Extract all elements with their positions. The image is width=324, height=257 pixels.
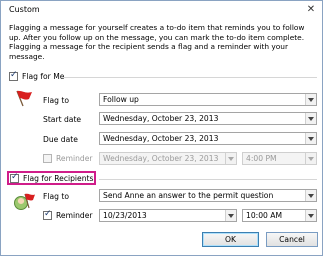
- reminder-time-select[interactable]: 4:00 PM: [242, 152, 317, 165]
- separator: [63, 77, 317, 78]
- start-date-value: Wednesday, October 23, 2013: [103, 114, 219, 123]
- description-text: Flagging a message for yourself creates …: [9, 23, 305, 61]
- reminder-label: Reminder: [56, 154, 93, 163]
- start-date-label: Start date: [43, 115, 82, 124]
- red-flag-icon: [16, 90, 32, 107]
- recipient-reminder-time-value: 10:00 AM: [246, 211, 283, 220]
- close-icon[interactable]: ✕: [303, 3, 319, 17]
- flag-for-me-checkbox[interactable]: [9, 70, 18, 81]
- reminder-time-value: 4:00 PM: [246, 154, 277, 163]
- chevron-down-icon[interactable]: [305, 153, 316, 164]
- recipient-reminder-date-select[interactable]: 10/23/2013: [99, 209, 237, 222]
- recipient-flag-to-label: Flag to: [43, 192, 69, 201]
- separator: [99, 179, 317, 180]
- recipient-reminder-date-value: 10/23/2013: [103, 211, 147, 220]
- flag-for-me-checkbox-row[interactable]: Flag for Me: [9, 70, 65, 81]
- flag-to-label: Flag to: [43, 96, 69, 105]
- chevron-down-icon[interactable]: [305, 133, 316, 144]
- window-title: Custom: [9, 5, 40, 14]
- start-date-select[interactable]: Wednesday, October 23, 2013: [99, 112, 317, 125]
- recipient-flag-to-select[interactable]: Send Anne an answer to the permit questi…: [99, 189, 317, 202]
- chevron-down-icon[interactable]: [305, 113, 316, 124]
- reminder-checkbox[interactable]: [43, 154, 52, 163]
- recipient-flag-to-value: Send Anne an answer to the permit questi…: [103, 191, 274, 200]
- flag-for-recipients-checkbox[interactable]: [10, 172, 19, 183]
- chevron-down-icon[interactable]: [225, 210, 236, 221]
- due-date-select[interactable]: Wednesday, October 23, 2013: [99, 132, 317, 145]
- flag-for-recipients-checkbox-row[interactable]: Flag for Recipients: [10, 172, 94, 183]
- reminder-date-select[interactable]: Wednesday, October 23, 2013: [99, 152, 237, 165]
- flag-for-recipients-label: Flag for Recipients: [23, 174, 94, 183]
- title-bar: Custom ✕: [1, 1, 322, 21]
- recipient-reminder-checkbox[interactable]: [43, 209, 52, 220]
- chevron-down-icon[interactable]: [305, 94, 316, 105]
- reminder-date-value: Wednesday, October 23, 2013: [103, 154, 219, 163]
- chevron-down-icon[interactable]: [225, 153, 236, 164]
- chevron-down-icon[interactable]: [305, 190, 316, 201]
- recipient-reminder-time-select[interactable]: 10:00 AM: [242, 209, 317, 222]
- ok-button[interactable]: OK: [202, 232, 259, 247]
- flag-to-value: Follow up: [103, 95, 139, 104]
- flag-to-select[interactable]: Follow up: [99, 93, 317, 106]
- reminder-row[interactable]: Reminder: [43, 154, 93, 163]
- recipient-flag-icon: [14, 193, 35, 210]
- cancel-button[interactable]: Cancel: [266, 232, 318, 247]
- recipient-reminder-label: Reminder: [56, 211, 93, 220]
- flag-for-me-label: Flag for Me: [22, 72, 65, 81]
- recipient-reminder-row[interactable]: Reminder: [43, 209, 93, 220]
- custom-dialog: Custom ✕ Flagging a message for yourself…: [0, 0, 323, 256]
- due-date-value: Wednesday, October 23, 2013: [103, 134, 219, 143]
- due-date-label: Due date: [43, 135, 78, 144]
- chevron-down-icon[interactable]: [305, 210, 316, 221]
